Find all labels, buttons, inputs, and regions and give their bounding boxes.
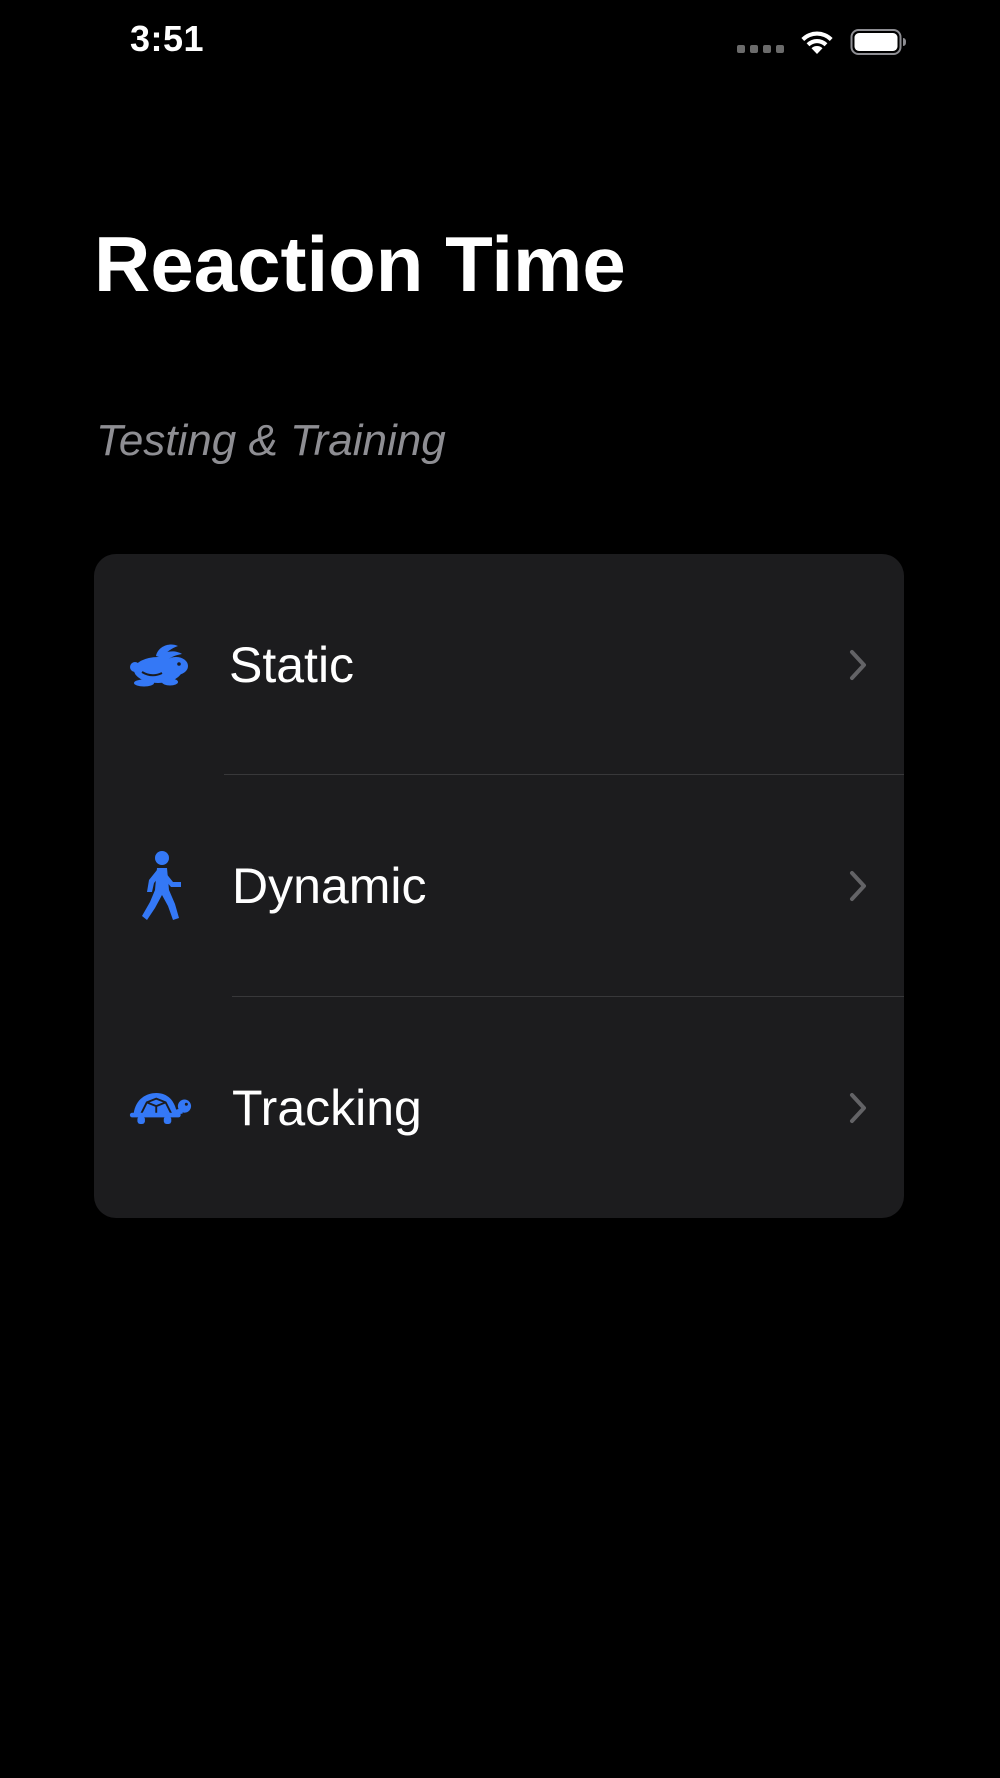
battery-icon (850, 29, 906, 55)
menu-item-tracking[interactable]: Tracking (94, 997, 904, 1218)
menu-item-label: Static (229, 636, 355, 693)
cellular-signal-icon (737, 45, 784, 53)
menu-item-label: Tracking (232, 1079, 422, 1136)
page-title: Reaction Time (94, 220, 626, 308)
status-icons (737, 24, 908, 60)
chevron-right-icon (848, 554, 868, 775)
status-time: 3:51 (130, 18, 205, 59)
wifi-icon (801, 31, 833, 54)
menu-item-dynamic[interactable]: Dynamic (94, 775, 904, 996)
tortoise-icon (128, 997, 192, 1218)
menu-card: Static Dynamic Tracking (94, 554, 904, 1218)
menu-item-static[interactable]: Static (94, 554, 904, 775)
status-bar: 3:51 (0, 0, 1000, 90)
page-subtitle: Testing & Training (96, 416, 446, 465)
chevron-right-icon (848, 775, 868, 996)
chevron-right-icon (848, 997, 868, 1218)
walking-figure-icon (128, 775, 192, 996)
menu-item-label: Dynamic (232, 857, 427, 914)
rabbit-icon (128, 554, 192, 775)
